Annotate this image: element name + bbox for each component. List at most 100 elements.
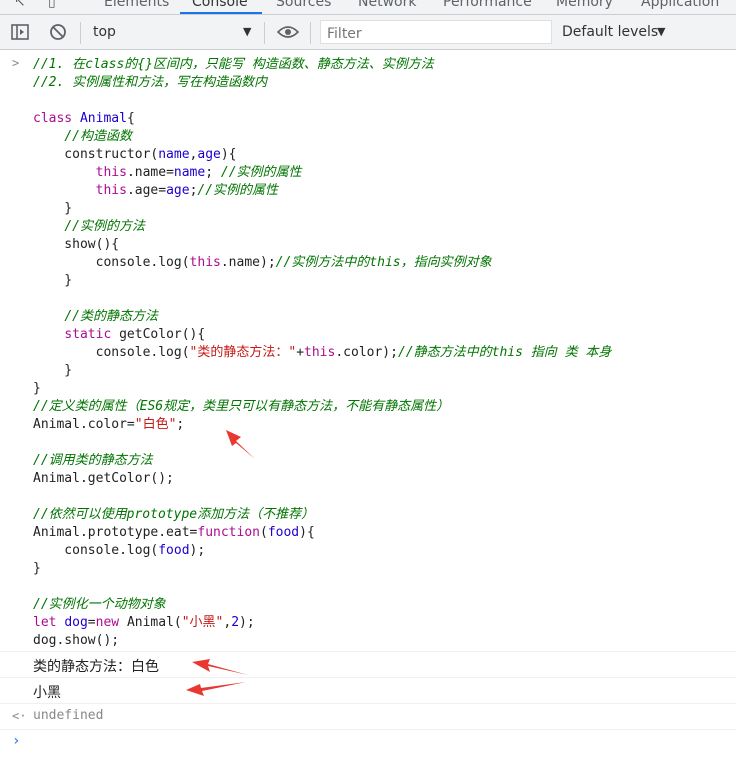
code-token: 2 xyxy=(231,615,240,630)
code-line: this.name=name; //实例的属性 xyxy=(33,164,611,182)
code-token: //2. 实例属性和方法，写在构造函数内 xyxy=(33,75,268,90)
code-line: class Animal{ xyxy=(33,110,611,128)
log-message: 类的静态方法：白色 xyxy=(0,651,736,678)
code-line: //依然可以使用prototype添加方法（不推荐） xyxy=(33,506,611,524)
tab-application[interactable]: Application xyxy=(641,0,719,10)
code-token: age xyxy=(166,183,190,198)
code-token: food xyxy=(158,543,190,558)
code-token: //构造函数 xyxy=(64,129,132,144)
code-token: Animal xyxy=(79,111,127,126)
code-token: //实例的属性 xyxy=(220,165,302,180)
code-line: } xyxy=(33,200,611,218)
code-token: Animal( xyxy=(126,615,182,630)
console-prompt-row[interactable]: › xyxy=(0,729,736,770)
code-token: "类的静态方法：" xyxy=(189,345,297,360)
code-token: .age= xyxy=(126,183,167,198)
tab-console[interactable]: Console xyxy=(192,0,248,10)
code-token: console.log( xyxy=(33,543,159,558)
code-token: this xyxy=(95,165,127,180)
result-arrow-icon: <· xyxy=(12,709,27,723)
input-echo-icon: > xyxy=(12,56,20,70)
code-line: } xyxy=(33,272,611,290)
code-line: static getColor(){ xyxy=(33,326,611,344)
sidebar-toggle-icon[interactable] xyxy=(10,23,30,41)
code-token: //1. 在class的{}区间内，只能写 构造函数、静态方法、实例方法 xyxy=(33,57,434,72)
code-token: function xyxy=(197,525,260,540)
tab-performance[interactable]: Performance xyxy=(443,0,532,10)
tab-memory[interactable]: Memory xyxy=(556,0,613,10)
code-token: let xyxy=(33,615,65,630)
code-line: Animal.prototype.eat=function(food){ xyxy=(33,524,611,542)
code-block: //1. 在class的{}区间内，只能写 构造函数、静态方法、实例方法 //2.… xyxy=(33,56,611,650)
code-line: console.log("类的静态方法："+this.color);//静态方法… xyxy=(33,344,612,362)
code-token: //类的静态方法 xyxy=(64,309,158,324)
code-token: } xyxy=(33,561,41,576)
code-line: //实例的方法 xyxy=(33,218,611,236)
code-token: getColor(){ xyxy=(119,327,206,342)
log-levels-dropdown[interactable]: Default levels xyxy=(562,24,658,40)
result-row: <· undefined xyxy=(0,703,736,730)
code-token: .name= xyxy=(126,165,174,180)
code-token: //实例的属性 xyxy=(197,183,279,198)
code-token: class xyxy=(33,111,80,126)
code-token: console.log( xyxy=(33,255,190,270)
chevron-down-icon[interactable]: ▼ xyxy=(657,25,665,38)
clear-console-icon[interactable] xyxy=(48,23,68,41)
code-line: //1. 在class的{}区间内，只能写 构造函数、静态方法、实例方法 xyxy=(33,56,611,74)
code-token: static xyxy=(64,327,120,342)
code-token: "白色" xyxy=(134,417,177,432)
code-token: //实例的方法 xyxy=(64,219,145,234)
eye-icon[interactable] xyxy=(276,23,300,41)
inspect-icon[interactable]: ↖ xyxy=(14,0,26,10)
toolbar-separator xyxy=(264,22,265,44)
code-token: ; xyxy=(205,165,221,180)
code-token: //调用类的静态方法 xyxy=(33,453,153,468)
code-token: } xyxy=(33,363,73,378)
code-token: Animal.color= xyxy=(33,417,135,432)
code-token: new xyxy=(95,615,127,630)
code-token: .color); xyxy=(335,345,398,360)
code-line: let dog=new Animal("小黑",2); xyxy=(33,614,611,632)
tab-network[interactable]: Network xyxy=(358,0,416,10)
code-token: name xyxy=(158,147,190,162)
code-line: Animal.getColor(); xyxy=(33,470,611,488)
context-selector[interactable]: top xyxy=(93,24,116,40)
code-line: //类的静态方法 xyxy=(33,308,611,326)
code-token: console.log( xyxy=(33,345,190,360)
code-token: ); xyxy=(189,543,206,558)
code-line: } xyxy=(33,380,611,398)
code-token: Animal.prototype.eat= xyxy=(33,525,198,540)
code-line: dog.show(); xyxy=(33,632,611,650)
code-token: //实例化一个动物对象 xyxy=(33,597,166,612)
code-line: //定义类的属性（ES6规定，类里只可以有静态方法，不能有静态属性） xyxy=(33,398,611,416)
code-line: //实例化一个动物对象 xyxy=(33,596,611,614)
code-token: = xyxy=(87,615,96,630)
code-token: ){ xyxy=(299,525,315,540)
device-toolbar-icon[interactable]: ▯ xyxy=(48,0,56,10)
code-line: //调用类的静态方法 xyxy=(33,452,611,470)
code-line: this.age=age;//实例的属性 xyxy=(33,182,611,200)
tab-sources[interactable]: Sources xyxy=(276,0,331,10)
code-line: //2. 实例属性和方法，写在构造函数内 xyxy=(33,74,611,92)
log-text: 小黑 xyxy=(33,685,61,701)
code-token: } xyxy=(33,273,73,288)
log-message: 小黑 xyxy=(0,677,736,704)
code-token: ){ xyxy=(220,147,237,162)
prompt-chevron-icon: › xyxy=(12,733,21,749)
code-token: age xyxy=(197,147,221,162)
chevron-down-icon[interactable]: ▼ xyxy=(243,25,251,38)
filter-input[interactable] xyxy=(320,20,552,44)
code-token: show(){ xyxy=(33,237,120,252)
code-token: //定义类的属性（ES6规定，类里只可以有静态方法，不能有静态属性） xyxy=(33,399,450,414)
tab-elements[interactable]: Elements xyxy=(104,0,169,10)
